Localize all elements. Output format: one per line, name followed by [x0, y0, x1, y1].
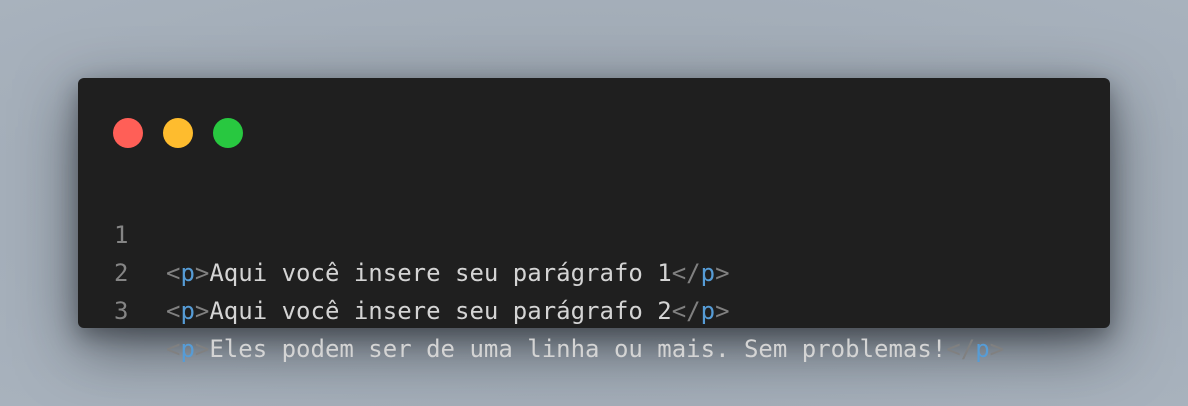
paragraph-text: Aqui você insere seu parágrafo 2	[209, 297, 672, 325]
maximize-dot-icon[interactable]	[213, 118, 243, 148]
code-line: 3 <p>Eles podem ser de uma linha ou mais…	[78, 254, 1110, 363]
end-tag-name: p	[700, 297, 716, 325]
tag-name: p	[180, 297, 195, 325]
line-source: <p>Aqui você insere seu parágrafo 2</p>	[166, 292, 730, 330]
tag-open-bracket: <	[166, 297, 181, 325]
code-line: 1 <p>Aqui você insere seu parágrafo 1</p…	[78, 178, 1110, 287]
end-tag-open-bracket: </	[671, 297, 701, 325]
tag-open-bracket: <	[166, 335, 181, 363]
tag-close-bracket: >	[194, 335, 210, 363]
code-window: 1 <p>Aqui você insere seu parágrafo 1</p…	[78, 78, 1110, 363]
tag-name: p	[180, 335, 195, 363]
end-tag-close-bracket: >	[989, 335, 1005, 363]
end-tag-close-bracket: >	[715, 297, 730, 325]
tag-close-bracket: >	[194, 297, 210, 325]
end-tag-name: p	[975, 335, 990, 363]
code-line: 2 <p>Aqui você insere seu parágrafo 2</p…	[78, 216, 1110, 325]
line-source: <p>Eles podem ser de uma linha ou mais. …	[166, 330, 1004, 368]
paragraph-text: Eles podem ser de uma linha ou mais. Sem…	[209, 335, 947, 363]
code-block: 1 <p>Aqui você insere seu parágrafo 1</p…	[78, 178, 1110, 363]
minimize-dot-icon[interactable]	[163, 118, 193, 148]
close-dot-icon[interactable]	[113, 118, 143, 148]
end-tag-open-bracket: </	[946, 335, 976, 363]
window-controls	[113, 118, 243, 148]
line-number: 3	[114, 297, 129, 325]
